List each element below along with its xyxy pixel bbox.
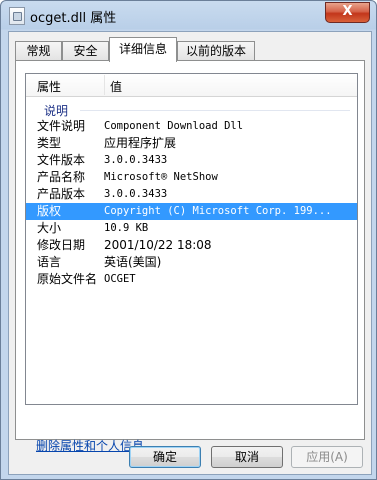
group-divider	[80, 110, 350, 111]
property-value: Microsoft® NetShow	[104, 171, 218, 183]
column-divider[interactable]	[104, 75, 105, 95]
list-item[interactable]: 类型 应用程序扩展	[26, 135, 357, 152]
property-key: 文件版本	[37, 153, 86, 167]
ok-button[interactable]: 确定	[129, 446, 201, 468]
cancel-button[interactable]: 取消	[211, 446, 283, 468]
property-key: 原始文件名	[37, 272, 98, 286]
property-value: 3.0.0.3433	[104, 188, 168, 200]
window-title: ocget.dll 属性	[30, 11, 117, 26]
property-value: 应用程序扩展	[104, 136, 177, 150]
property-rows: 文件说明 Component Download Dll 类型 应用程序扩展 文件版本…	[26, 118, 357, 288]
group-header-description: 说明	[44, 104, 69, 118]
property-key: 产品版本	[37, 187, 86, 201]
list-item[interactable]: 原始文件名 OCGET	[26, 271, 357, 288]
file-icon	[9, 7, 25, 25]
list-item[interactable]: 产品版本 3.0.0.3433	[26, 186, 357, 203]
tab-security[interactable]: 安全	[62, 41, 109, 60]
property-list[interactable]: 属性 值 说明 文件说明 Component Download Dll 类型 应用程…	[25, 73, 358, 405]
property-value: Copyright (C) Microsoft Corp. 199...	[104, 205, 332, 217]
close-button[interactable]: X	[325, 2, 370, 23]
property-key: 语言	[37, 255, 62, 269]
property-key: 版权	[37, 204, 62, 218]
apply-button[interactable]: 应用(A)	[291, 446, 363, 468]
list-item[interactable]: 文件说明 Component Download Dll	[26, 118, 357, 135]
tab-details[interactable]: 详细信息	[109, 37, 177, 62]
property-value: 3.0.0.3433	[104, 154, 168, 166]
column-property[interactable]: 属性	[37, 78, 61, 95]
tab-general[interactable]: 常规	[15, 41, 62, 60]
list-item[interactable]: 文件版本 3.0.0.3433	[26, 152, 357, 169]
list-item[interactable]: 修改日期 2001/10/22 18:08	[26, 237, 357, 254]
property-value: OCGET	[104, 273, 136, 285]
title-bar[interactable]: ocget.dll 属性 X	[1, 1, 376, 29]
dialog-body: 常规 安全 详细信息 以前的版本 属性 值 说明 文件说明 Component D…	[8, 31, 372, 475]
property-value: 10.9 KB	[104, 222, 149, 234]
property-key: 文件说明	[37, 119, 86, 133]
list-item[interactable]: 大小 10.9 KB	[26, 220, 357, 237]
list-item-selected[interactable]: 版权 Copyright (C) Microsoft Corp. 199...	[26, 203, 357, 220]
property-key: 类型	[37, 136, 62, 150]
property-key: 产品名称	[37, 170, 86, 184]
property-value: 英语(美国)	[104, 255, 162, 269]
list-header: 属性 值	[26, 74, 357, 97]
details-panel: 属性 值 说明 文件说明 Component Download Dll 类型 应用程…	[15, 60, 365, 453]
remove-properties-link[interactable]: 删除属性和个人信息	[36, 437, 144, 454]
column-value[interactable]: 值	[110, 78, 122, 95]
property-value: 2001/10/22 18:08	[104, 238, 212, 252]
property-key: 大小	[37, 221, 62, 235]
tab-previous-versions[interactable]: 以前的版本	[177, 41, 255, 60]
list-item[interactable]: 语言 英语(美国)	[26, 254, 357, 271]
property-key: 修改日期	[37, 238, 86, 252]
list-item[interactable]: 产品名称 Microsoft® NetShow	[26, 169, 357, 186]
property-value: Component Download Dll	[104, 120, 244, 132]
properties-window: ocget.dll 属性 X 常规 安全 详细信息 以前的版本 属性 值 说明 …	[0, 0, 377, 480]
